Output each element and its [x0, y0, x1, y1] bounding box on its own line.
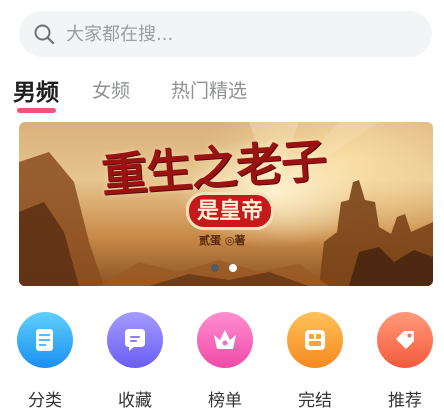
menu-label: 完结	[298, 391, 332, 411]
tab-female[interactable]: 女频	[92, 76, 130, 103]
banner-author: 贰蛋 ◎著	[199, 234, 246, 247]
carousel-dot-active[interactable]	[211, 264, 219, 272]
book-icon	[17, 312, 73, 368]
menu-label: 推荐	[388, 391, 422, 411]
category-tabs: 男频 女频 热门精选	[0, 70, 444, 116]
search-icon	[34, 24, 55, 45]
quick-menu: 分类 收藏 榜单 完结 推荐	[0, 306, 444, 420]
banner-subtitle: 是皇帝	[186, 192, 275, 230]
carousel-indicator	[211, 264, 241, 274]
search-input[interactable]	[66, 11, 416, 57]
menu-item-favorites[interactable]: 收藏	[95, 306, 175, 420]
chat-icon	[107, 312, 163, 368]
tab-male[interactable]: 男频	[13, 73, 59, 107]
menu-label: 分类	[28, 391, 62, 411]
menu-label: 榜单	[208, 391, 242, 411]
menu-item-rankings[interactable]: 榜单	[185, 306, 265, 420]
menu-item-completed[interactable]: 完结	[275, 306, 355, 420]
tag-icon	[377, 312, 433, 368]
tab-hot-picks[interactable]: 热门精选	[171, 76, 247, 103]
menu-item-recommended[interactable]: 推荐	[365, 306, 444, 420]
menu-label: 收藏	[118, 391, 152, 411]
promo-banner[interactable]: 重生之老子 是皇帝 贰蛋 ◎著	[19, 122, 433, 286]
menu-item-category[interactable]: 分类	[5, 306, 85, 420]
active-tab-indicator	[17, 108, 56, 113]
search-bar[interactable]	[19, 11, 432, 57]
crown-icon	[197, 312, 253, 368]
stack-icon	[287, 312, 343, 368]
carousel-dot[interactable]	[229, 264, 237, 272]
